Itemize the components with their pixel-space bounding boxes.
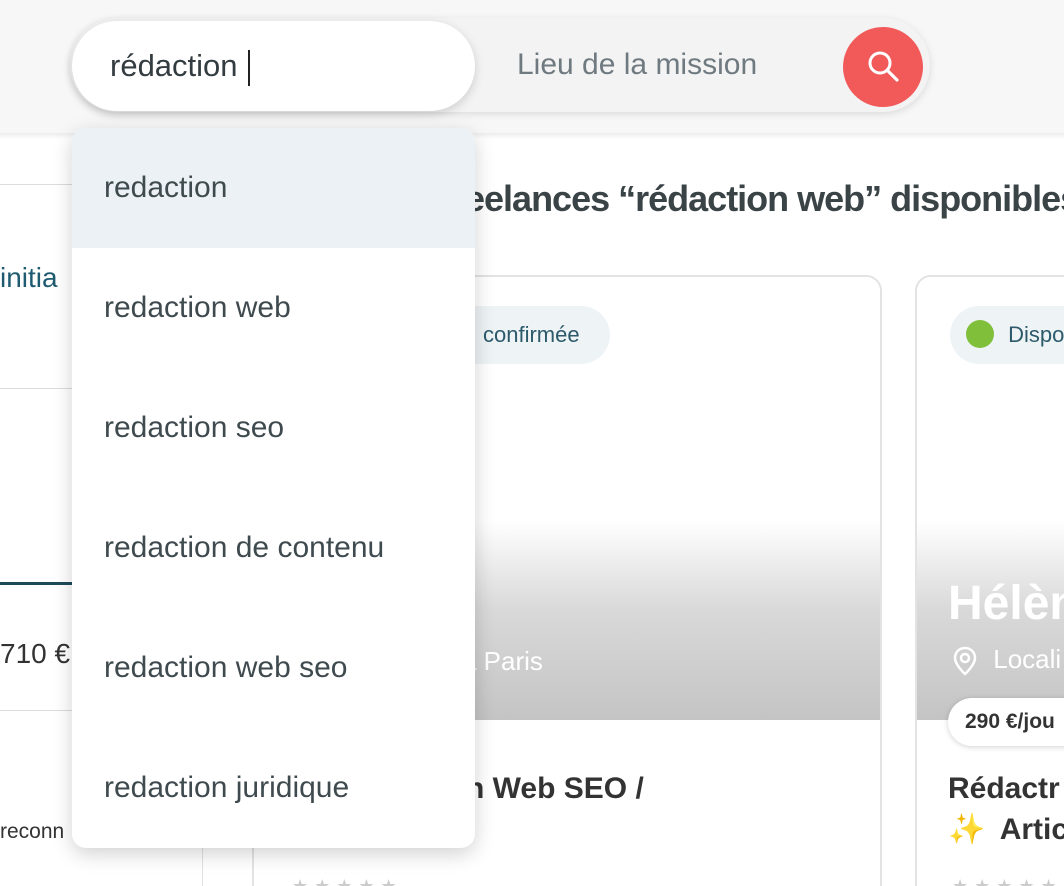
location-row: Locali [952,644,1061,676]
sidebar-price: 710 € [0,638,71,669]
suggestion-item[interactable]: redaction de contenu [72,488,475,608]
sidebar-tab-label[interactable]: initia [0,262,58,294]
suggestion-item[interactable]: redaction seo [72,368,475,488]
search-button[interactable] [843,27,923,107]
freelancer-location: Locali [993,644,1062,674]
status-badge-label: confirmée [483,322,580,347]
freelancer-title[interactable]: Rédactr [948,772,1060,806]
location-input[interactable]: Lieu de la mission [517,48,757,82]
rating-stars-icon: ★★★★★ [952,876,1063,886]
sidebar-text: reconn [0,820,65,843]
text-cursor [248,50,250,86]
available-dot-icon [966,320,994,349]
availability-badge: Dispo [950,306,1064,364]
suggestion-item[interactable]: redaction [72,128,475,248]
sparkles-icon: ✨ [948,813,986,846]
freelancer-name: Hélèn [948,577,1064,630]
location-pin-icon [953,646,977,676]
freelancer-title[interactable]: n Web SEO / [466,772,644,806]
suggestion-item[interactable]: redaction web [72,248,475,368]
availability-label: Dispo [1008,322,1064,347]
search-query-text: rédaction [110,48,238,83]
daily-rate-badge: 290 €/jou [948,698,1064,746]
divider [0,710,72,711]
search-icon [868,51,899,82]
divider [0,184,72,185]
suggestion-item[interactable]: redaction web seo [72,608,475,728]
active-tab-indicator [0,582,72,585]
suggestion-item[interactable]: redaction juridique [72,728,475,848]
divider [0,388,72,389]
rating-stars-icon: ★★★★★ [292,876,403,886]
results-heading: eelances “rédaction web” disponibles [465,178,1064,219]
freelancer-title-line2[interactable]: ✨ Artic [948,812,1064,847]
autocomplete-dropdown: redaction redaction web redaction seo re… [72,128,475,848]
